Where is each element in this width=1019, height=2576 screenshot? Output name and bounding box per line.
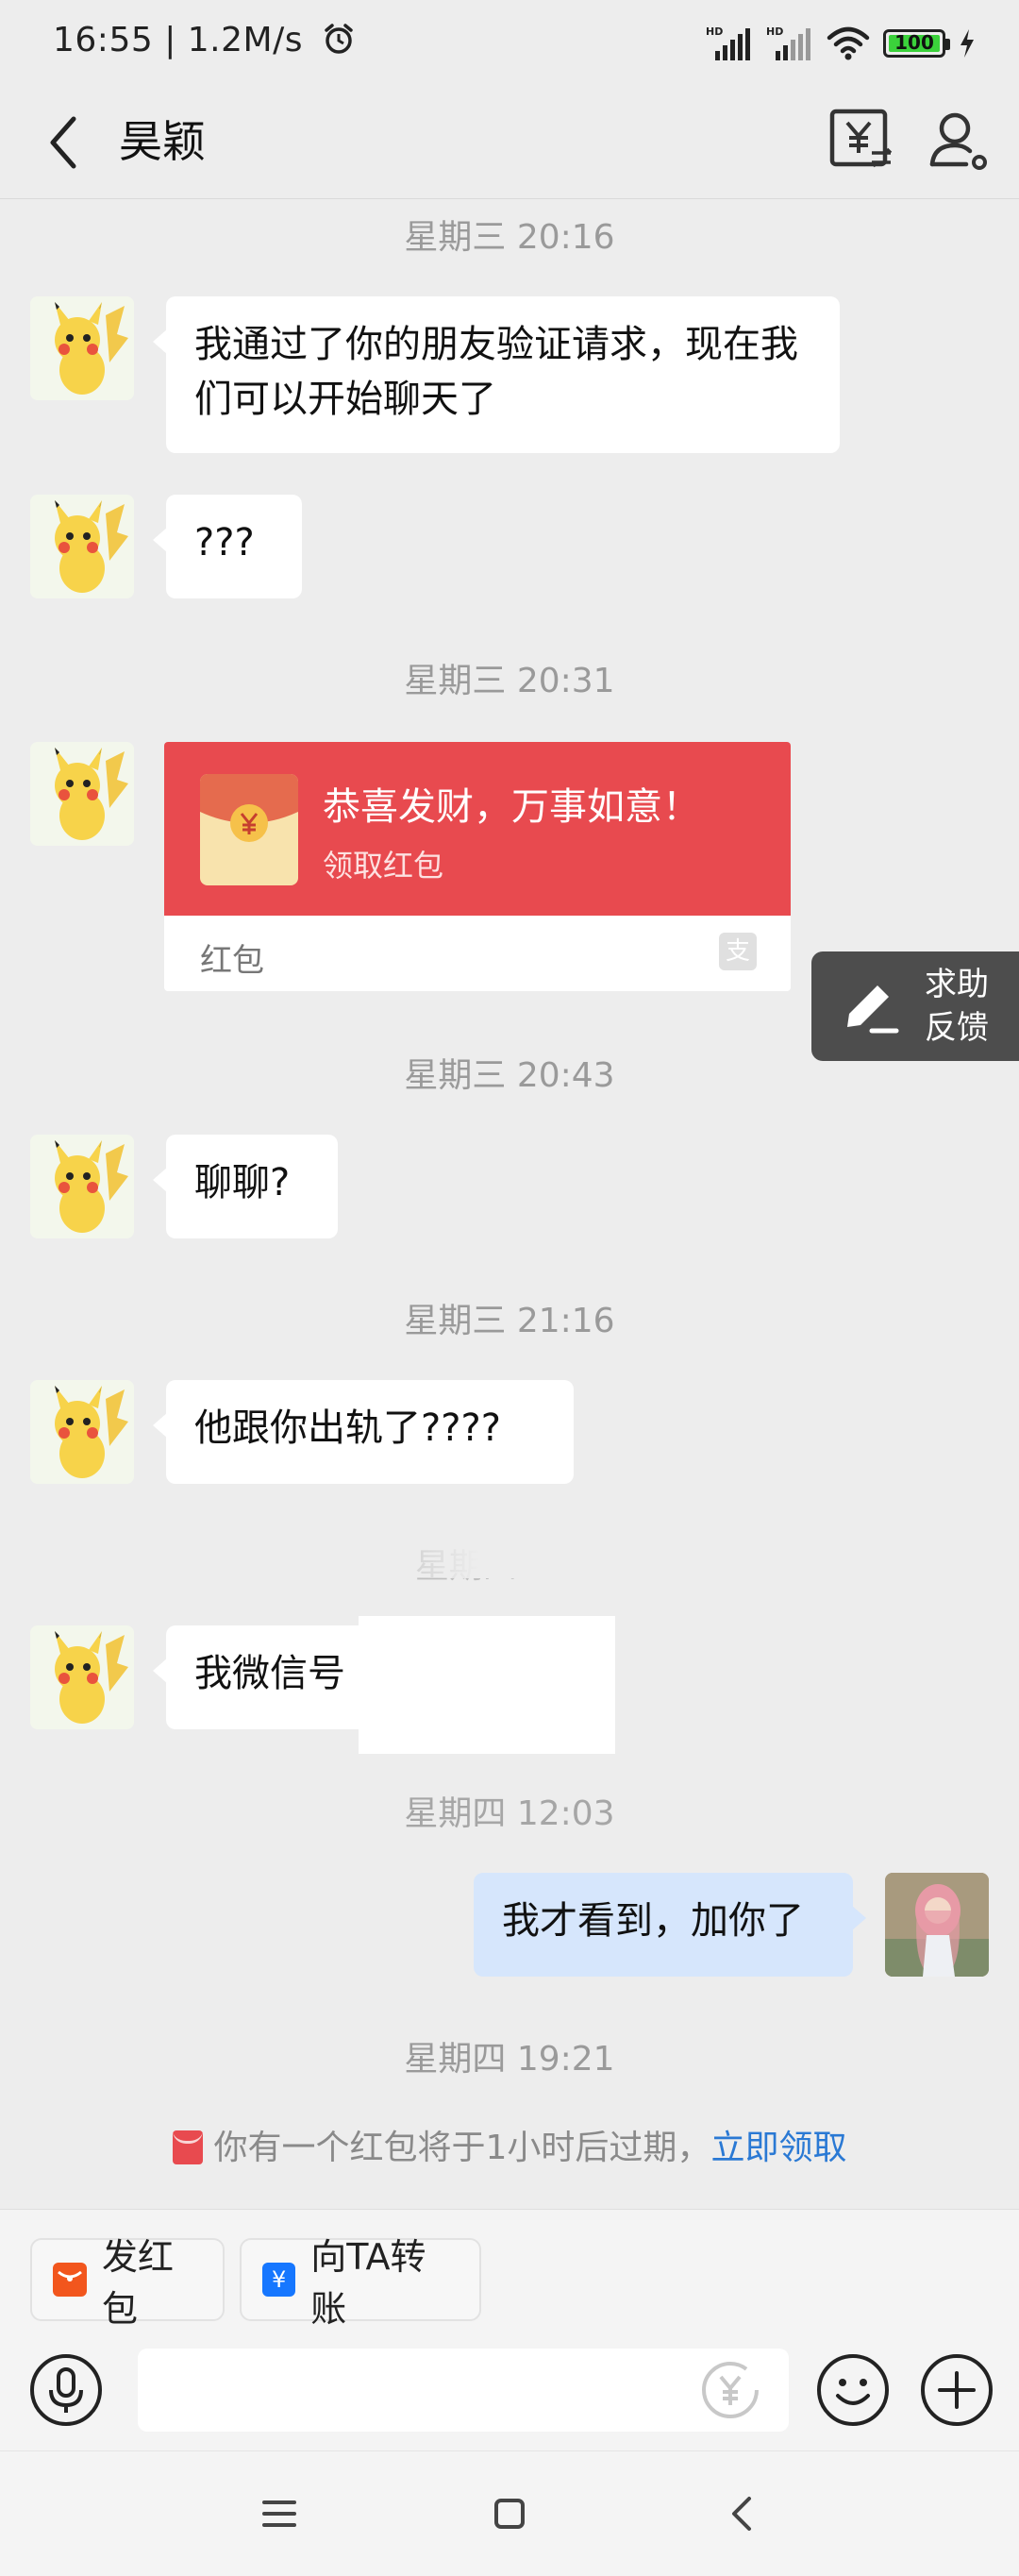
red-envelope-small-icon bbox=[172, 2130, 203, 2164]
red-packet-expiry-notice: 你有一个红包将于1小时后过期，立即领取 bbox=[0, 2120, 1019, 2169]
yuan-transfer-icon[interactable] bbox=[698, 2358, 762, 2422]
status-time-text: 16:55 | 1.2M/s bbox=[53, 21, 303, 59]
my-avatar[interactable] bbox=[885, 1873, 989, 1977]
input-bar bbox=[0, 2341, 1019, 2450]
pikachu-avatar-icon bbox=[30, 495, 134, 598]
message-bubble[interactable]: 聊聊? bbox=[153, 1135, 338, 1238]
red-packet-card[interactable]: 恭喜发财，万事如意！ 领取红包 红包 支 bbox=[164, 742, 791, 991]
contact-avatar[interactable] bbox=[30, 495, 134, 598]
pikachu-avatar-icon bbox=[30, 742, 134, 846]
system-nav-bar bbox=[0, 2450, 1019, 2576]
timestamp: 星期三 20:31 bbox=[404, 662, 615, 700]
user-profile-icon[interactable] bbox=[923, 104, 994, 176]
my-message-bubble[interactable]: 我才看到，加你了 bbox=[474, 1873, 866, 1977]
red-packet-footer: 红包 bbox=[200, 942, 264, 980]
signal-icon-2: HD bbox=[766, 25, 810, 60]
help-feedback-button[interactable]: 求助 反馈 bbox=[811, 951, 1019, 1061]
contact-avatar[interactable] bbox=[30, 1135, 134, 1238]
plus-icon[interactable] bbox=[919, 2352, 994, 2428]
contact-avatar[interactable] bbox=[30, 742, 134, 846]
battery-level: 100 bbox=[894, 31, 934, 54]
notice-text: 你有一个红包将于1小时后过期， bbox=[213, 2129, 711, 2167]
pikachu-avatar-icon bbox=[30, 296, 134, 400]
transfer-button[interactable]: ¥ 向TA转账 bbox=[240, 2236, 481, 2330]
red-envelope-icon bbox=[200, 774, 298, 885]
edit-pencil-icon bbox=[847, 985, 899, 1034]
status-time-speed: 16:55 | 1.2M/s bbox=[53, 21, 356, 59]
chat-header: 昊颖 bbox=[0, 87, 1019, 199]
voice-input-icon[interactable] bbox=[28, 2352, 104, 2428]
help-feedback-label: 求助 反馈 bbox=[925, 966, 989, 1047]
charging-icon bbox=[961, 29, 974, 58]
red-packet-icon bbox=[53, 2263, 87, 2297]
battery-icon: 100 bbox=[883, 29, 950, 58]
pikachu-avatar-icon bbox=[30, 1380, 134, 1484]
back-arrow-icon[interactable] bbox=[40, 109, 89, 176]
pikachu-avatar-icon bbox=[30, 1625, 134, 1729]
contact-avatar[interactable] bbox=[30, 296, 134, 400]
wifi-icon bbox=[827, 26, 870, 60]
chat-title: 昊颖 bbox=[119, 116, 206, 167]
signal-icon: HD bbox=[706, 25, 750, 60]
red-packet-header: 恭喜发财，万事如意！ 领取红包 bbox=[164, 742, 791, 916]
redaction-overlay bbox=[359, 1541, 660, 1578]
transfer-label: 向TA转账 bbox=[310, 2236, 426, 2330]
message-bubble[interactable]: ??? bbox=[153, 495, 302, 598]
timestamp: 星期三 20:43 bbox=[404, 1056, 615, 1095]
back-nav-icon[interactable] bbox=[713, 2483, 774, 2544]
timestamp: 星期三 21:16 bbox=[404, 1302, 615, 1340]
menu-icon[interactable] bbox=[249, 2483, 309, 2544]
transfer-yuan-icon[interactable] bbox=[825, 104, 896, 176]
transfer-icon: ¥ bbox=[262, 2263, 296, 2297]
send-red-packet-label: 发红包 bbox=[102, 2236, 175, 2330]
home-icon[interactable] bbox=[479, 2483, 540, 2544]
girl-avatar-icon bbox=[885, 1873, 989, 1977]
svg-text:HD: HD bbox=[766, 25, 783, 38]
alipay-logo-icon: 支 bbox=[719, 933, 757, 970]
message-bubble[interactable]: 我微信号 bbox=[153, 1625, 383, 1729]
pikachu-avatar-icon bbox=[30, 1135, 134, 1238]
contact-avatar[interactable] bbox=[30, 1625, 134, 1729]
send-red-packet-button[interactable]: 发红包 bbox=[30, 2236, 225, 2330]
message-input[interactable] bbox=[138, 2349, 789, 2432]
quick-action-bar: 发红包 ¥ 向TA转账 bbox=[0, 2209, 1019, 2342]
message-bubble[interactable]: 我通过了你的朋友验证请求，现在我们可以开始聊天了 bbox=[153, 296, 840, 453]
contact-avatar[interactable] bbox=[30, 1380, 134, 1484]
red-packet-title: 恭喜发财，万事如意！ bbox=[323, 785, 700, 829]
timestamp: 星期四 19:21 bbox=[404, 2040, 615, 2079]
svg-text:HD: HD bbox=[706, 25, 723, 38]
status-icons: HD HD 100 bbox=[706, 17, 976, 70]
alarm-icon bbox=[325, 24, 353, 54]
status-bar: 16:55 | 1.2M/s HD HD 100 bbox=[0, 0, 1019, 87]
red-packet-subtitle: 领取红包 bbox=[323, 848, 444, 884]
claim-now-link[interactable]: 立即领取 bbox=[710, 2129, 846, 2167]
message-bubble[interactable]: 他跟你出轨了???? bbox=[153, 1380, 574, 1484]
emoji-icon[interactable] bbox=[815, 2352, 891, 2428]
redaction-overlay bbox=[359, 1616, 615, 1754]
timestamp: 星期四 12:03 bbox=[404, 1794, 615, 1833]
timestamp: 星期三 20:16 bbox=[404, 218, 615, 257]
